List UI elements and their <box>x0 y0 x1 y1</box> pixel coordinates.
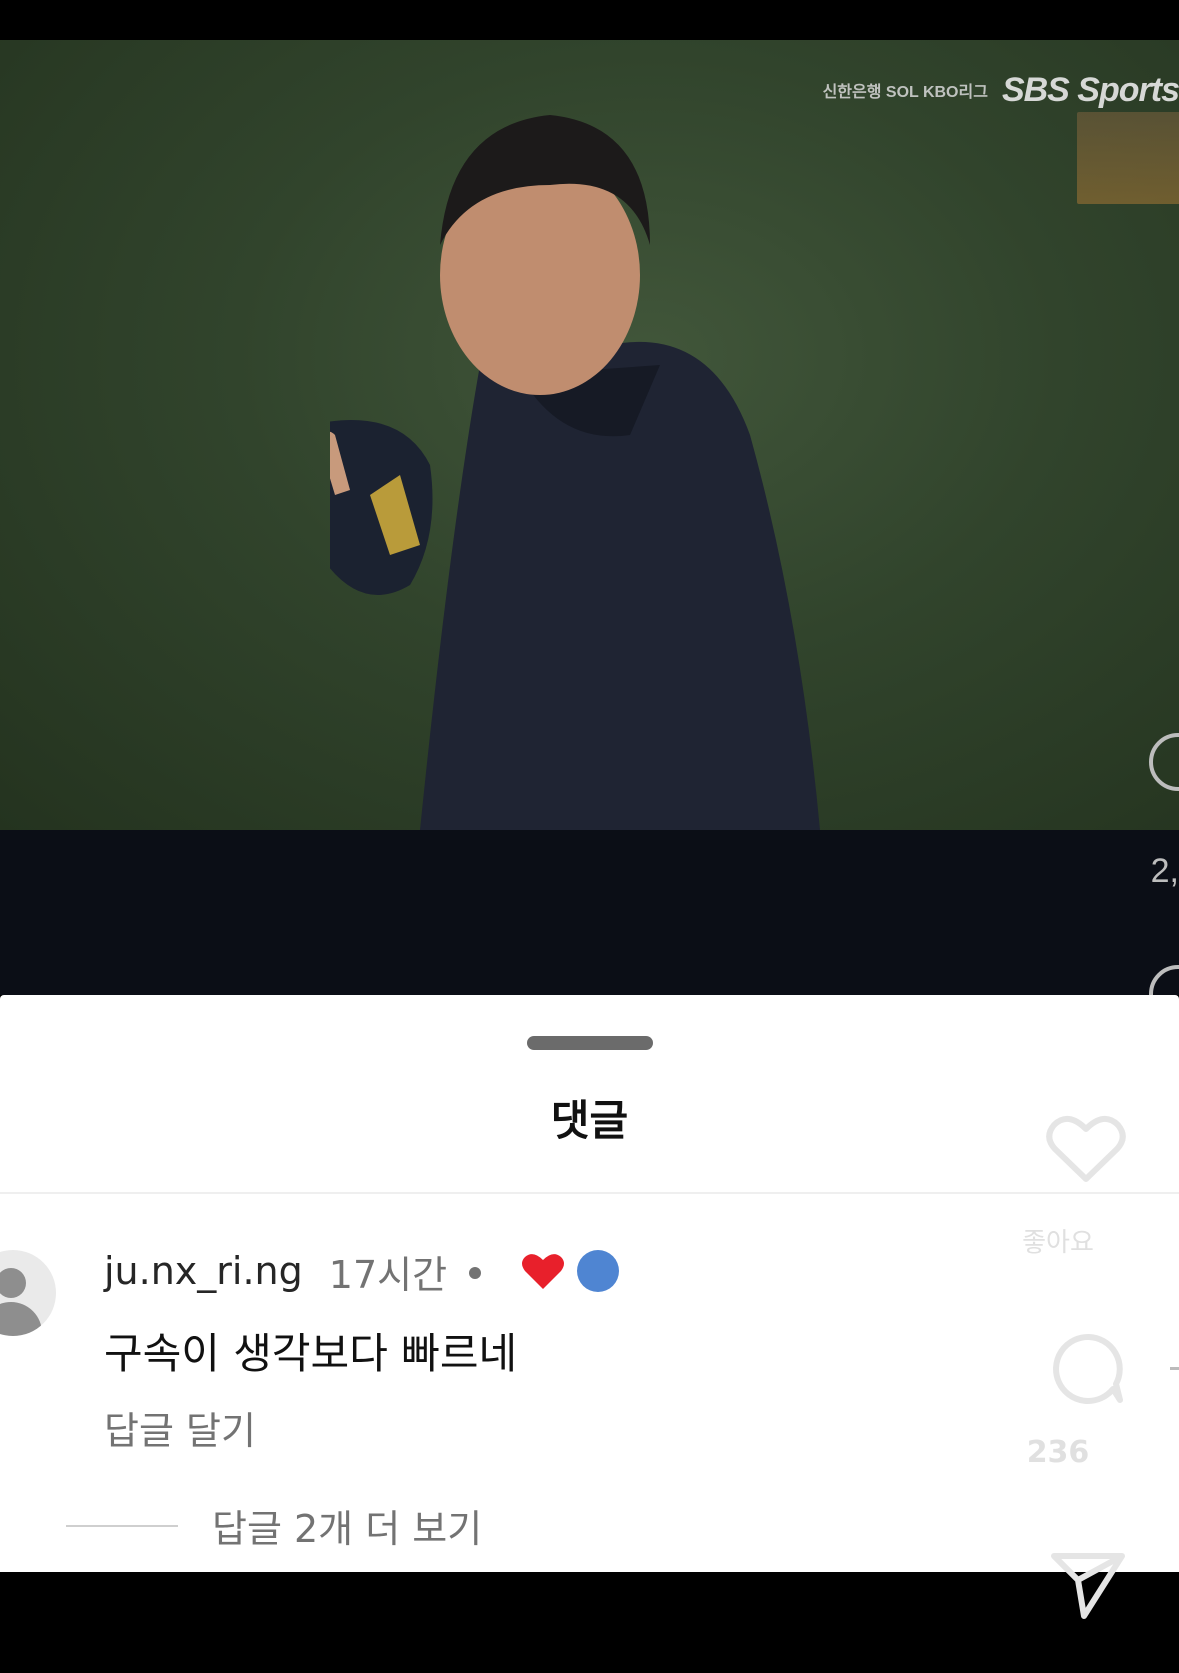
reply-button[interactable]: 답글 달기 <box>104 1400 256 1455</box>
sbs-sports-logo: SBS Sports <box>1001 70 1179 109</box>
kbo-league-logo: 신한은행 SOL KBO리그 <box>822 84 988 101</box>
send-icon[interactable] <box>1050 1550 1126 1622</box>
bottom-bar <box>0 1572 1179 1673</box>
divider <box>0 1192 1179 1194</box>
comment-text: 구속이 생각보다 빠르네 <box>104 1329 518 1378</box>
comment-username[interactable]: ju.nx_ri.ng <box>104 1249 303 1293</box>
drag-handle[interactable] <box>527 1036 653 1050</box>
blue-circle-icon <box>577 1250 620 1292</box>
sheet-title: 댓글 <box>550 1096 629 1145</box>
avatar-body <box>0 1302 42 1336</box>
red-heart-icon <box>522 1254 565 1289</box>
like-label: 좋아요 <box>1022 1228 1094 1258</box>
status-bar <box>0 0 1179 40</box>
comment-count: 236 <box>1026 1435 1090 1470</box>
comment-meta: ju.nx_ri.ng 17시간 <box>104 1245 620 1297</box>
person-figure <box>330 115 820 830</box>
comment-time: 17시간 <box>328 1252 448 1297</box>
replies-line <box>66 1525 178 1527</box>
separator-dot <box>469 1267 482 1279</box>
like-count-partial: 2, <box>1150 852 1179 890</box>
score-ticker <box>1077 112 1179 204</box>
view-more-replies-button[interactable]: 답글 2개 더 보기 <box>212 1498 482 1553</box>
comments-sheet: 댓글 ju.nx_ri.ng 17시간 구속이 생각보다 빠르네 답글 달기 답… <box>0 995 1179 1572</box>
video-player[interactable]: 신한은행 SOL KBO리그 SBS Sports 2, <box>0 0 1179 995</box>
edge-mark <box>1170 1367 1179 1370</box>
heart-icon[interactable] <box>1046 1113 1126 1185</box>
avatar[interactable] <box>0 1250 56 1336</box>
avatar-head <box>0 1268 26 1298</box>
comment-icon[interactable] <box>1052 1332 1126 1406</box>
video-lower-area <box>0 830 1179 995</box>
